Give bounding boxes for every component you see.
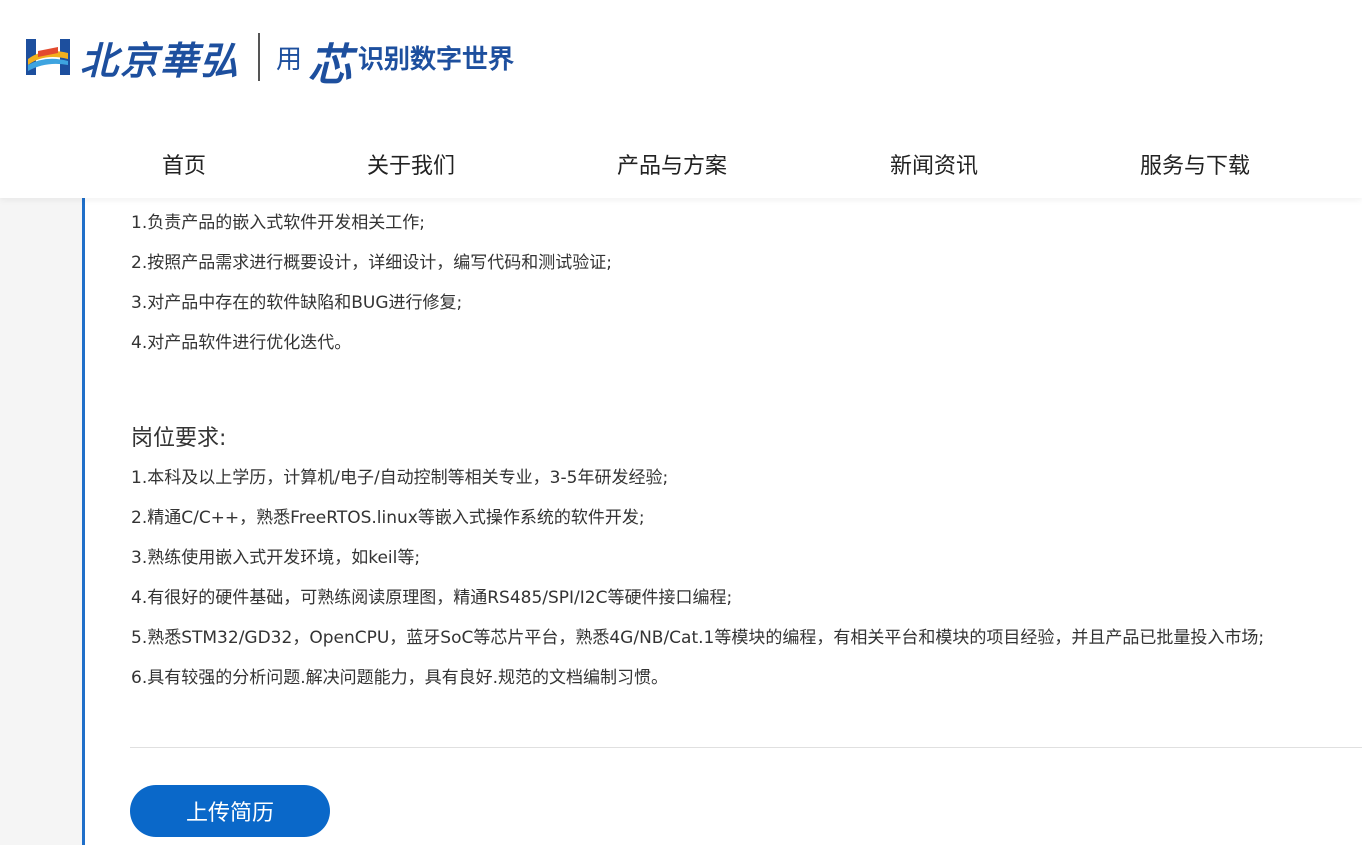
main-nav: 首页 关于我们 产品与方案 新闻资讯 服务与下载 xyxy=(0,128,1362,198)
section-divider xyxy=(130,747,1362,748)
nav-item-services[interactable]: 服务与下载 xyxy=(1140,148,1250,180)
nav-item-products[interactable]: 产品与方案 xyxy=(617,148,727,180)
brand-slogan: 用 芯 识别数字世界 xyxy=(276,25,515,91)
duty-item: 1.负责产品的嵌入式软件开发相关工作; xyxy=(131,213,425,233)
duty-item: 4.对产品软件进行优化迭代。 xyxy=(131,333,352,353)
duty-item: 3.对产品中存在的软件缺陷和BUG进行修复; xyxy=(131,293,463,313)
requirements-heading: 岗位要求: xyxy=(131,426,227,451)
logo-divider xyxy=(258,33,261,81)
hh-logo-mark-icon xyxy=(24,33,72,81)
slogan-prefix: 用 xyxy=(276,44,303,75)
requirement-item: 1.本科及以上学历，计算机/电子/自动控制等相关专业，3-5年研发经验; xyxy=(131,468,669,488)
job-detail-panel: 1.负责产品的嵌入式软件开发相关工作; 2.按照产品需求进行概要设计，详细设计，… xyxy=(85,198,1362,845)
brand-name: 北京華弘 xyxy=(80,37,241,83)
requirement-item: 3.熟练使用嵌入式开发环境，如keil等; xyxy=(131,548,421,568)
requirement-item: 5.熟悉STM32/GD32，OpenCPU，蓝牙SoC等芯片平台，熟悉4G/N… xyxy=(131,628,1265,648)
nav-item-news[interactable]: 新闻资讯 xyxy=(890,148,978,180)
slogan-suffix: 识别数字世界 xyxy=(358,44,515,75)
duty-item: 2.按照产品需求进行概要设计，详细设计，编写代码和测试验证; xyxy=(131,253,612,273)
logo[interactable]: 北京華弘 用 芯 识别数字世界 xyxy=(24,22,514,92)
requirement-item: 6.具有较强的分析问题.解决问题能力，具有良好.规范的文档编制习惯。 xyxy=(131,668,669,688)
upload-resume-button[interactable]: 上传简历 xyxy=(130,785,330,837)
requirement-item: 4.有很好的硬件基础，可熟练阅读原理图，精通RS485/SPI/I2C等硬件接口… xyxy=(131,588,733,608)
slogan-core: 芯 xyxy=(308,40,353,91)
site-header: 北京華弘 用 芯 识别数字世界 首页 关于我们 产品与方案 新闻资讯 服务与下载 xyxy=(0,0,1362,198)
requirement-item: 2.精通C/C++，熟悉FreeRTOS.linux等嵌入式操作系统的软件开发; xyxy=(131,508,645,528)
left-gutter xyxy=(0,198,82,845)
nav-item-home[interactable]: 首页 xyxy=(162,148,206,180)
nav-item-about[interactable]: 关于我们 xyxy=(367,148,455,180)
